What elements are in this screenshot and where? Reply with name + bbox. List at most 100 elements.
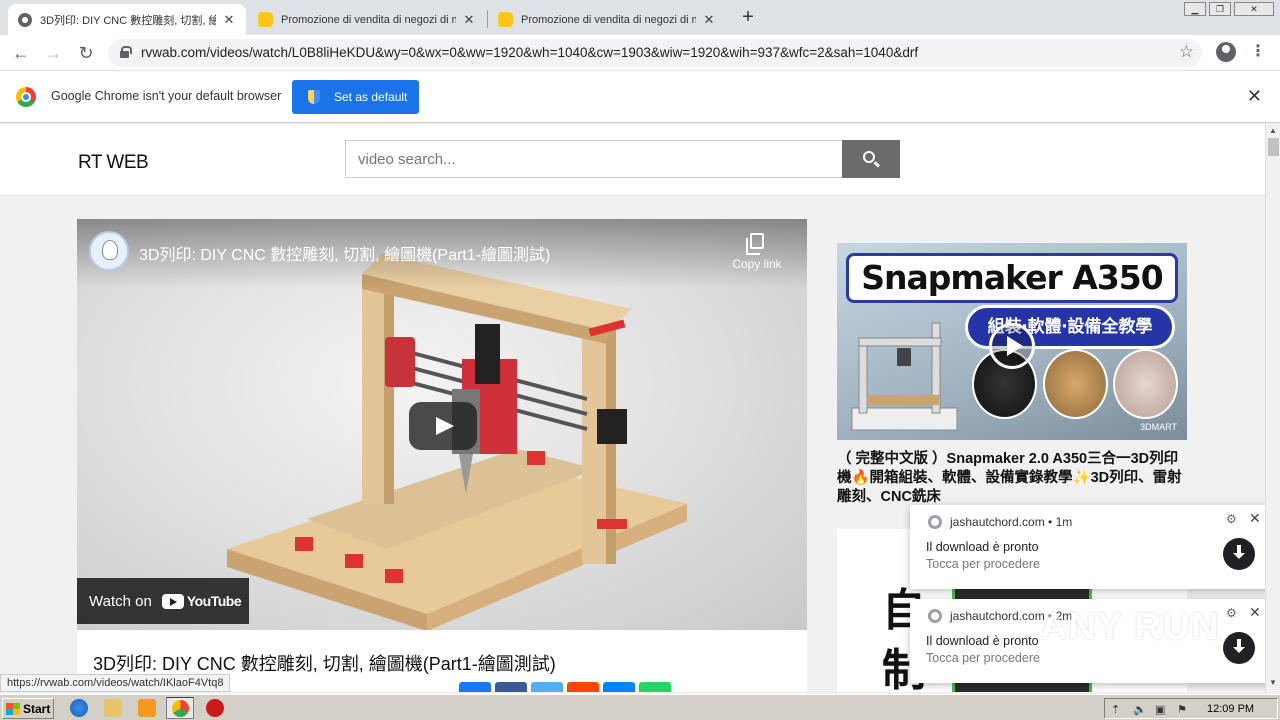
- system-tray: ⇡ 🔈 ▣ ⚑ 12:09 PM: [1104, 698, 1278, 719]
- watch-on-label: Watch on: [89, 592, 152, 610]
- tab-close-icon[interactable]: ✕: [702, 12, 716, 28]
- chrome-site-icon: [928, 515, 942, 529]
- profile-icon[interactable]: [1216, 42, 1236, 62]
- chrome-icon: [172, 700, 189, 717]
- set-default-button[interactable]: Set as default: [292, 80, 419, 114]
- chrome-circle-icon: [18, 12, 32, 27]
- tray-network-icon[interactable]: ▣: [1155, 703, 1165, 716]
- minimize-button[interactable]: ▁: [1184, 2, 1206, 16]
- share-add-button[interactable]: [459, 682, 491, 692]
- media-player-icon[interactable]: [138, 699, 156, 717]
- tab-close-icon[interactable]: ✕: [222, 12, 236, 28]
- chrome-taskbar-button[interactable]: [166, 697, 194, 719]
- bookmark-star-icon[interactable]: ☆: [1179, 42, 1194, 62]
- antivirus-icon[interactable]: [206, 699, 224, 717]
- tray-flag-icon[interactable]: ⚑: [1177, 703, 1187, 716]
- notification-title: Il download è pronto: [926, 540, 1039, 554]
- scroll-down-icon[interactable]: ▼: [1269, 678, 1277, 687]
- page-video-title: 3D列印: DIY CNC 數控雕刻, 切割, 繪圖機(Part1-繪圖測試): [93, 654, 556, 674]
- page-scrollbar[interactable]: ▲ ▼: [1265, 124, 1280, 692]
- smiley-icon: [498, 12, 513, 27]
- tab-promo-2[interactable]: Promozione di vendita di negozi di m ✕: [488, 4, 726, 35]
- copy-link-label: Copy link: [732, 257, 782, 271]
- new-tab-button[interactable]: +: [738, 7, 758, 27]
- forward-icon[interactable]: →: [41, 41, 65, 65]
- address-bar[interactable]: rvwab.com/videos/watch/L0B8liHeKDU&wy=0&…: [108, 39, 1202, 67]
- thumb-play-icon[interactable]: [989, 323, 1035, 369]
- tab-active[interactable]: 3D列印: DIY CNC 數控雕刻, 切割, 繪 ✕: [8, 4, 246, 35]
- start-button[interactable]: Start: [2, 698, 54, 719]
- tab-close-icon[interactable]: ✕: [462, 12, 476, 28]
- youtube-wordmark: YouTube: [186, 593, 242, 609]
- youtube-play-icon: [161, 593, 184, 609]
- clock: 12:09 PM: [1207, 703, 1255, 715]
- infobar-close-icon[interactable]: ✕: [1247, 86, 1262, 107]
- share-facebook-button[interactable]: [495, 682, 527, 692]
- share-whatsapp-button[interactable]: [639, 682, 671, 692]
- thumb-circle-2: [1043, 349, 1108, 419]
- tab-strip: 3D列印: DIY CNC 數控雕刻, 切割, 繪 ✕ Promozione d…: [0, 0, 1280, 35]
- reload-icon[interactable]: ↻: [74, 41, 98, 65]
- notification-site: jashautchord.com • 1m: [950, 515, 1073, 529]
- back-icon[interactable]: ←: [9, 41, 33, 65]
- browser-toolbar: ← → ↻ rvwab.com/videos/watch/L0B8liHeKDU…: [0, 35, 1280, 71]
- close-icon[interactable]: ✕: [1249, 510, 1261, 527]
- smiley-icon: [258, 12, 273, 27]
- chrome-logo-icon: [16, 87, 36, 107]
- windows-taskbar: Start ⇡ 🔈 ▣ ⚑ 12:09 PM: [0, 694, 1280, 720]
- search-icon: [863, 151, 875, 163]
- shield-icon: [308, 90, 320, 104]
- download-notification[interactable]: jashautchord.com • 1m ⚙ ✕ Il download è …: [910, 505, 1270, 589]
- watermark: ANY RUN: [1040, 606, 1220, 648]
- video-player[interactable]: 3D列印: DIY CNC 數控雕刻, 切割, 繪圖機(Part1-繪圖測試) …: [77, 219, 807, 630]
- infobar-message: Google Chrome isn't your default browser: [51, 89, 282, 103]
- status-url: https://rvwab.com/videos/watch/IKlaoF4Vt…: [0, 674, 231, 692]
- menu-kebab-icon[interactable]: ⋮: [1250, 41, 1266, 61]
- set-default-label: Set as default: [334, 90, 408, 104]
- chrome-site-icon: [928, 609, 942, 623]
- sidebar-video-title[interactable]: （ 完整中文版 ）Snapmaker 2.0 A350三合一3D列印機🔥開箱組裝…: [837, 450, 1189, 507]
- player-video-title[interactable]: 3D列印: DIY CNC 數控雕刻, 切割, 繪圖機(Part1-繪圖測試): [139, 241, 550, 265]
- share-messenger-button[interactable]: [603, 682, 635, 692]
- scroll-thumb[interactable]: [1268, 138, 1279, 156]
- gear-icon[interactable]: ⚙: [1226, 512, 1237, 526]
- notification-body: Tocca per procedere: [926, 557, 1040, 571]
- download-icon[interactable]: [1223, 538, 1255, 570]
- start-label: Start: [23, 701, 51, 716]
- thumb-circle-3: [1113, 349, 1178, 419]
- tray-arrow-icon[interactable]: ⇡: [1111, 703, 1120, 716]
- ie-icon[interactable]: [70, 699, 88, 717]
- share-reddit-button[interactable]: [567, 682, 599, 692]
- thumb-banner: Snapmaker A350: [846, 253, 1178, 303]
- tab-title: Promozione di vendita di negozi di m: [521, 13, 696, 26]
- play-button[interactable]: [409, 402, 477, 450]
- share-twitter-button[interactable]: [531, 682, 563, 692]
- tray-sound-icon[interactable]: 🔈: [1133, 703, 1147, 716]
- default-browser-infobar: Google Chrome isn't your default browser…: [0, 71, 1280, 123]
- sidebar-video-thumbnail[interactable]: Snapmaker A350 組裝‧軟體‧設備全教學 3DMART: [837, 243, 1187, 440]
- search-button[interactable]: [842, 140, 900, 178]
- watch-on-youtube-button[interactable]: Watch on YouTube: [77, 578, 249, 624]
- url-text: rvwab.com/videos/watch/L0B8liHeKDU&wy=0&…: [141, 45, 919, 60]
- notification-body: Tocca per procedere: [926, 651, 1040, 665]
- close-window-button[interactable]: ✕: [1234, 2, 1274, 16]
- folder-icon[interactable]: [104, 699, 122, 717]
- site-title[interactable]: RT WEB: [78, 152, 149, 174]
- close-icon[interactable]: ✕: [1249, 604, 1261, 621]
- thumb-watermark: 3DMART: [1140, 422, 1177, 432]
- search-input[interactable]: [345, 140, 843, 178]
- tab-title: Promozione di vendita di negozi di m: [281, 13, 456, 26]
- lock-icon: [120, 46, 132, 58]
- download-icon[interactable]: [1223, 632, 1255, 664]
- notification-title: Il download è pronto: [926, 634, 1039, 648]
- share-buttons: [459, 682, 671, 692]
- gear-icon[interactable]: ⚙: [1226, 606, 1237, 620]
- youtube-logo: YouTube: [161, 593, 242, 609]
- printer-image: [851, 322, 958, 431]
- copy-link-button[interactable]: Copy link: [723, 233, 791, 271]
- scroll-up-icon[interactable]: ▲: [1269, 126, 1277, 135]
- copy-icon: [746, 233, 764, 255]
- channel-avatar[interactable]: [89, 231, 129, 271]
- tab-promo-1[interactable]: Promozione di vendita di negozi di m ✕: [248, 4, 486, 35]
- restore-button[interactable]: ❐: [1209, 2, 1231, 16]
